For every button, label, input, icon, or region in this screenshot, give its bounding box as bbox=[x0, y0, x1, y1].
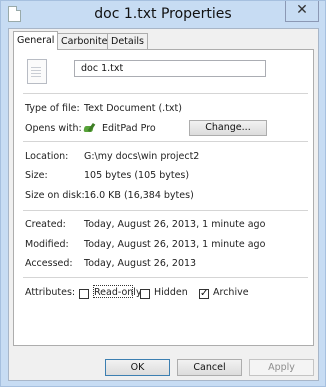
change-button[interactable]: Change... bbox=[189, 120, 267, 136]
title-bar[interactable]: doc 1.txt Properties ✕ bbox=[1, 1, 325, 28]
file-name-field[interactable]: doc 1.txt bbox=[74, 60, 266, 77]
size-on-disk-label: Size on disk: bbox=[25, 190, 85, 201]
dialog-body: General Carbonite Details doc 1.txt Type… bbox=[8, 28, 319, 381]
cancel-button[interactable]: Cancel bbox=[177, 359, 242, 376]
size-on-disk-value: 16.0 KB (16,384 bytes) bbox=[84, 190, 194, 201]
properties-window: doc 1.txt Properties ✕ General Carbonite… bbox=[0, 0, 326, 387]
created-value: Today, August 26, 2013, 1 minute ago bbox=[84, 219, 266, 230]
ok-button[interactable]: OK bbox=[105, 359, 170, 376]
modified-label: Modified: bbox=[25, 239, 69, 250]
tab-carbonite[interactable]: Carbonite bbox=[57, 33, 112, 49]
location-label: Location: bbox=[25, 151, 69, 162]
apply-button[interactable]: Apply bbox=[249, 359, 314, 376]
accessed-label: Accessed: bbox=[25, 258, 73, 269]
attributes-label: Attributes: bbox=[25, 287, 76, 298]
window-title: doc 1.txt Properties bbox=[94, 6, 232, 22]
size-label: Size: bbox=[25, 170, 48, 181]
document-icon bbox=[27, 59, 47, 84]
type-label: Type of file: bbox=[25, 103, 80, 114]
hidden-checkbox[interactable] bbox=[140, 289, 150, 299]
divider bbox=[23, 93, 308, 94]
editpad-icon bbox=[84, 123, 96, 133]
general-panel: doc 1.txt Type of file: Text Document (.… bbox=[13, 49, 314, 346]
opens-with-value: EditPad Pro bbox=[102, 123, 156, 134]
modified-value: Today, August 26, 2013, 1 minute ago bbox=[84, 239, 266, 250]
location-value: G:\my docs\win project2 bbox=[84, 151, 200, 162]
size-value: 105 bytes (105 bytes) bbox=[84, 170, 190, 181]
archive-checkbox[interactable]: ✓ bbox=[199, 289, 209, 299]
close-button[interactable]: ✕ bbox=[285, 1, 319, 22]
archive-label[interactable]: Archive bbox=[213, 287, 249, 298]
read-only-checkbox[interactable] bbox=[79, 289, 89, 299]
tab-details[interactable]: Details bbox=[107, 33, 148, 49]
divider bbox=[23, 277, 308, 278]
read-only-label[interactable]: Read-only bbox=[94, 287, 142, 298]
created-label: Created: bbox=[25, 219, 66, 230]
type-value: Text Document (.txt) bbox=[84, 103, 182, 114]
hidden-label[interactable]: Hidden bbox=[154, 287, 188, 298]
opens-with-label: Opens with: bbox=[25, 123, 82, 134]
divider bbox=[23, 210, 308, 211]
tab-general[interactable]: General bbox=[13, 31, 59, 50]
divider bbox=[23, 141, 308, 142]
accessed-value: Today, August 26, 2013 bbox=[84, 258, 197, 269]
